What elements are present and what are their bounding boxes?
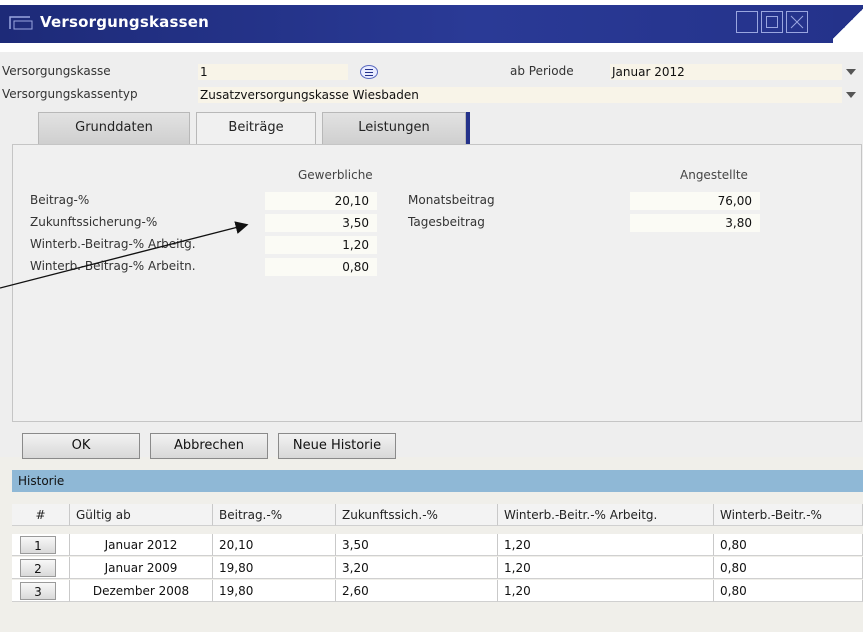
row-number-cell[interactable]: 2 xyxy=(12,557,70,579)
ok-button[interactable]: OK xyxy=(22,433,140,459)
window-title: Versorgungskassen xyxy=(40,13,209,31)
maximize-icon[interactable] xyxy=(761,11,783,33)
table-row[interactable]: 3 Dezember 2008 19,80 2,60 1,20 0,80 xyxy=(12,580,863,602)
title-bar: Versorgungskassen xyxy=(0,0,863,52)
column-header-winterb-arbeitn[interactable]: Winterb.-Beitr.-% xyxy=(714,504,863,526)
neue-historie-button-label: Neue Historie xyxy=(292,438,382,453)
client-area: Versorgungskasse 1 ab Periode Januar 201… xyxy=(0,52,863,632)
beitrag-cell: 19,80 xyxy=(213,557,336,579)
column-header-beitrag[interactable]: Beitrag.-% xyxy=(213,504,336,526)
row-number-button[interactable]: 3 xyxy=(20,582,56,600)
close-icon[interactable] xyxy=(786,11,808,33)
row-number-cell[interactable]: 3 xyxy=(12,580,70,602)
abbrechen-button-label: Abbrechen xyxy=(173,438,245,453)
tab-beitraege-label: Beiträge xyxy=(228,120,284,135)
table-row[interactable]: 1 Januar 2012 20,10 3,50 1,20 0,80 xyxy=(12,534,863,556)
column-header-num[interactable]: # xyxy=(12,504,70,526)
winterb-arbeitg-cell: 1,20 xyxy=(498,580,714,602)
zukunft-cell: 3,20 xyxy=(336,557,498,579)
historie-header: Historie xyxy=(12,470,863,492)
winterb-arbeitg-cell: 1,20 xyxy=(498,534,714,556)
ok-button-label: OK xyxy=(71,438,91,453)
table-row[interactable]: 2 Januar 2009 19,80 3,20 1,20 0,80 xyxy=(12,557,863,579)
row-number-button[interactable]: 2 xyxy=(20,559,56,577)
gueltig-ab-cell: Dezember 2008 xyxy=(70,580,213,602)
annotation-arrow-icon xyxy=(0,221,249,289)
beitrag-cell: 20,10 xyxy=(213,534,336,556)
zukunft-cell: 3,50 xyxy=(336,534,498,556)
title-bar-corner xyxy=(833,5,863,43)
main-panel: Versorgungskasse 1 ab Periode Januar 201… xyxy=(0,52,863,459)
zukunft-cell: 2,60 xyxy=(336,580,498,602)
column-header-zukunft[interactable]: Zukunftssich.-% xyxy=(336,504,498,526)
gueltig-ab-cell: Januar 2012 xyxy=(70,534,213,556)
minimize-icon[interactable] xyxy=(736,11,758,33)
table-header-row: # Gültig ab Beitrag.-% Zukunftssich.-% W… xyxy=(12,504,863,526)
winterb-arbeitn-cell: 0,80 xyxy=(714,557,863,579)
gueltig-ab-cell: Januar 2009 xyxy=(70,557,213,579)
winterb-arbeitg-cell: 1,20 xyxy=(498,557,714,579)
winterb-arbeitn-cell: 0,80 xyxy=(714,534,863,556)
row-number-button[interactable]: 1 xyxy=(20,536,56,554)
tab-beitraege[interactable]: Beiträge xyxy=(196,112,316,144)
abbrechen-button[interactable]: Abbrechen xyxy=(150,433,268,459)
column-header-gueltig-ab[interactable]: Gültig ab xyxy=(70,504,213,526)
beitrag-cell: 19,80 xyxy=(213,580,336,602)
window-icon xyxy=(9,16,33,30)
row-number-cell[interactable]: 1 xyxy=(12,534,70,556)
winterb-arbeitn-cell: 0,80 xyxy=(714,580,863,602)
neue-historie-button[interactable]: Neue Historie xyxy=(278,433,396,459)
column-header-winterb-arbeitg[interactable]: Winterb.-Beitr.-% Arbeitg. xyxy=(498,504,714,526)
